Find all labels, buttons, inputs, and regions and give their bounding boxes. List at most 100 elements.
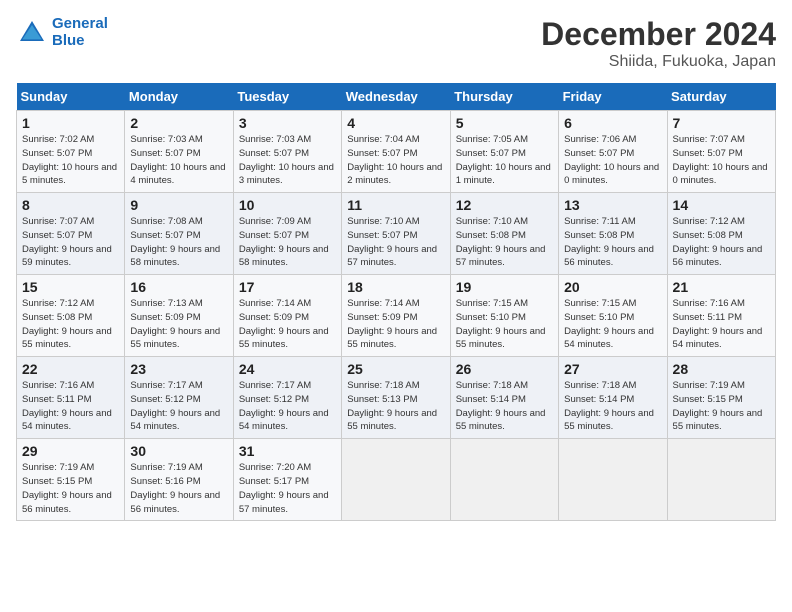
day-detail: Sunrise: 7:18 AMSunset: 5:13 PMDaylight:… [347,379,444,434]
calendar-day-cell: 4 Sunrise: 7:04 AMSunset: 5:07 PMDaylight… [342,111,450,193]
day-detail: Sunrise: 7:12 AMSunset: 5:08 PMDaylight:… [673,215,770,270]
day-detail: Sunrise: 7:08 AMSunset: 5:07 PMDaylight:… [130,215,227,270]
day-detail: Sunrise: 7:10 AMSunset: 5:08 PMDaylight:… [456,215,553,270]
calendar-day-cell: 18 Sunrise: 7:14 AMSunset: 5:09 PMDayligh… [342,275,450,357]
calendar-day-cell: 28Sunrise: 7:19 AMSunset: 5:15 PMDayligh… [667,357,775,439]
logo: General Blue [16,16,108,49]
day-number: 11 [347,197,444,213]
calendar-day-cell: 9 Sunrise: 7:08 AMSunset: 5:07 PMDaylight… [125,193,233,275]
calendar-week-row: 15Sunrise: 7:12 AMSunset: 5:08 PMDayligh… [17,275,776,357]
calendar-day-cell: 26 Sunrise: 7:18 AMSunset: 5:14 PMDayligh… [450,357,558,439]
calendar-day-cell: 20 Sunrise: 7:15 AMSunset: 5:10 PMDayligh… [559,275,667,357]
logo-line1: General [52,15,108,32]
page-header: General Blue December 2024 Shiida, Fukuo… [16,16,776,71]
calendar-day-cell: 13Sunrise: 7:11 AMSunset: 5:08 PMDayligh… [559,193,667,275]
calendar-day-cell: 5 Sunrise: 7:05 AMSunset: 5:07 PMDaylight… [450,111,558,193]
day-number: 28 [673,361,770,377]
weekday-header: Sunday [17,83,125,111]
calendar-day-cell: 29 Sunrise: 7:19 AMSunset: 5:15 PMDayligh… [17,439,125,521]
day-detail: Sunrise: 7:13 AMSunset: 5:09 PMDaylight:… [130,297,227,352]
day-detail: Sunrise: 7:16 AMSunset: 5:11 PMDaylight:… [22,379,119,434]
logo-text: General Blue [52,16,108,49]
day-number: 15 [22,279,119,295]
calendar-day-cell: 27 Sunrise: 7:18 AMSunset: 5:14 PMDayligh… [559,357,667,439]
day-detail: Sunrise: 7:10 AMSunset: 5:07 PMDaylight:… [347,215,444,270]
calendar-day-cell: 1Sunrise: 7:02 AMSunset: 5:07 PMDaylight… [17,111,125,193]
day-detail: Sunrise: 7:04 AMSunset: 5:07 PMDaylight:… [347,133,444,188]
day-number: 16 [130,279,227,295]
day-detail: Sunrise: 7:18 AMSunset: 5:14 PMDaylight:… [564,379,661,434]
day-number: 14 [673,197,770,213]
calendar-day-cell: 12 Sunrise: 7:10 AMSunset: 5:08 PMDayligh… [450,193,558,275]
calendar-subtitle: Shiida, Fukuoka, Japan [541,53,776,71]
calendar-day-cell: 30 Sunrise: 7:19 AMSunset: 5:16 PMDayligh… [125,439,233,521]
day-number: 2 [130,115,227,131]
weekday-header: Tuesday [233,83,341,111]
day-number: 18 [347,279,444,295]
day-detail: Sunrise: 7:15 AMSunset: 5:10 PMDaylight:… [564,297,661,352]
calendar-day-cell: 21 Sunrise: 7:16 AMSunset: 5:11 PMDayligh… [667,275,775,357]
weekday-header: Friday [559,83,667,111]
day-number: 27 [564,361,661,377]
calendar-day-cell: 2 Sunrise: 7:03 AMSunset: 5:07 PMDaylight… [125,111,233,193]
calendar-day-cell: 15Sunrise: 7:12 AMSunset: 5:08 PMDayligh… [17,275,125,357]
day-detail: Sunrise: 7:19 AMSunset: 5:16 PMDaylight:… [130,461,227,516]
calendar-day-cell: 6 Sunrise: 7:06 AMSunset: 5:07 PMDaylight… [559,111,667,193]
day-number: 4 [347,115,444,131]
day-detail: Sunrise: 7:03 AMSunset: 5:07 PMDaylight:… [239,133,336,188]
calendar-title: December 2024 [541,16,776,53]
day-number: 30 [130,443,227,459]
calendar-day-cell: 19 Sunrise: 7:15 AMSunset: 5:10 PMDayligh… [450,275,558,357]
calendar-week-row: 22 Sunrise: 7:16 AMSunset: 5:11 PMDayligh… [17,357,776,439]
calendar-day-cell [450,439,558,521]
calendar-day-cell: 24 Sunrise: 7:17 AMSunset: 5:12 PMDayligh… [233,357,341,439]
day-number: 19 [456,279,553,295]
day-detail: Sunrise: 7:16 AMSunset: 5:11 PMDaylight:… [673,297,770,352]
day-detail: Sunrise: 7:05 AMSunset: 5:07 PMDaylight:… [456,133,553,188]
day-number: 23 [130,361,227,377]
calendar-day-cell: 7 Sunrise: 7:07 AMSunset: 5:07 PMDaylight… [667,111,775,193]
day-number: 13 [564,197,661,213]
day-number: 22 [22,361,119,377]
weekday-header: Wednesday [342,83,450,111]
day-detail: Sunrise: 7:14 AMSunset: 5:09 PMDaylight:… [347,297,444,352]
calendar-day-cell: 16 Sunrise: 7:13 AMSunset: 5:09 PMDayligh… [125,275,233,357]
day-number: 29 [22,443,119,459]
calendar-day-cell [342,439,450,521]
day-detail: Sunrise: 7:17 AMSunset: 5:12 PMDaylight:… [239,379,336,434]
day-number: 9 [130,197,227,213]
weekday-header: Thursday [450,83,558,111]
day-number: 26 [456,361,553,377]
calendar-week-row: 8 Sunrise: 7:07 AMSunset: 5:07 PMDaylight… [17,193,776,275]
day-number: 3 [239,115,336,131]
day-number: 21 [673,279,770,295]
day-detail: Sunrise: 7:07 AMSunset: 5:07 PMDaylight:… [22,215,119,270]
day-number: 25 [347,361,444,377]
weekday-header-row: SundayMondayTuesdayWednesdayThursdayFrid… [17,83,776,111]
logo-line2: Blue [52,32,85,49]
day-detail: Sunrise: 7:18 AMSunset: 5:14 PMDaylight:… [456,379,553,434]
calendar-day-cell: 8 Sunrise: 7:07 AMSunset: 5:07 PMDaylight… [17,193,125,275]
day-number: 8 [22,197,119,213]
calendar-table: SundayMondayTuesdayWednesdayThursdayFrid… [16,83,776,521]
day-detail: Sunrise: 7:15 AMSunset: 5:10 PMDaylight:… [456,297,553,352]
day-number: 5 [456,115,553,131]
day-number: 24 [239,361,336,377]
calendar-day-cell: 3 Sunrise: 7:03 AMSunset: 5:07 PMDaylight… [233,111,341,193]
day-number: 20 [564,279,661,295]
calendar-week-row: 1Sunrise: 7:02 AMSunset: 5:07 PMDaylight… [17,111,776,193]
day-number: 12 [456,197,553,213]
day-detail: Sunrise: 7:02 AMSunset: 5:07 PMDaylight:… [22,133,119,188]
day-detail: Sunrise: 7:19 AMSunset: 5:15 PMDaylight:… [22,461,119,516]
calendar-day-cell [667,439,775,521]
day-number: 6 [564,115,661,131]
day-detail: Sunrise: 7:07 AMSunset: 5:07 PMDaylight:… [673,133,770,188]
day-detail: Sunrise: 7:17 AMSunset: 5:12 PMDaylight:… [130,379,227,434]
day-number: 17 [239,279,336,295]
calendar-day-cell: 17Sunrise: 7:14 AMSunset: 5:09 PMDayligh… [233,275,341,357]
calendar-day-cell: 11 Sunrise: 7:10 AMSunset: 5:07 PMDayligh… [342,193,450,275]
day-number: 7 [673,115,770,131]
day-detail: Sunrise: 7:06 AMSunset: 5:07 PMDaylight:… [564,133,661,188]
calendar-day-cell [559,439,667,521]
day-detail: Sunrise: 7:03 AMSunset: 5:07 PMDaylight:… [130,133,227,188]
